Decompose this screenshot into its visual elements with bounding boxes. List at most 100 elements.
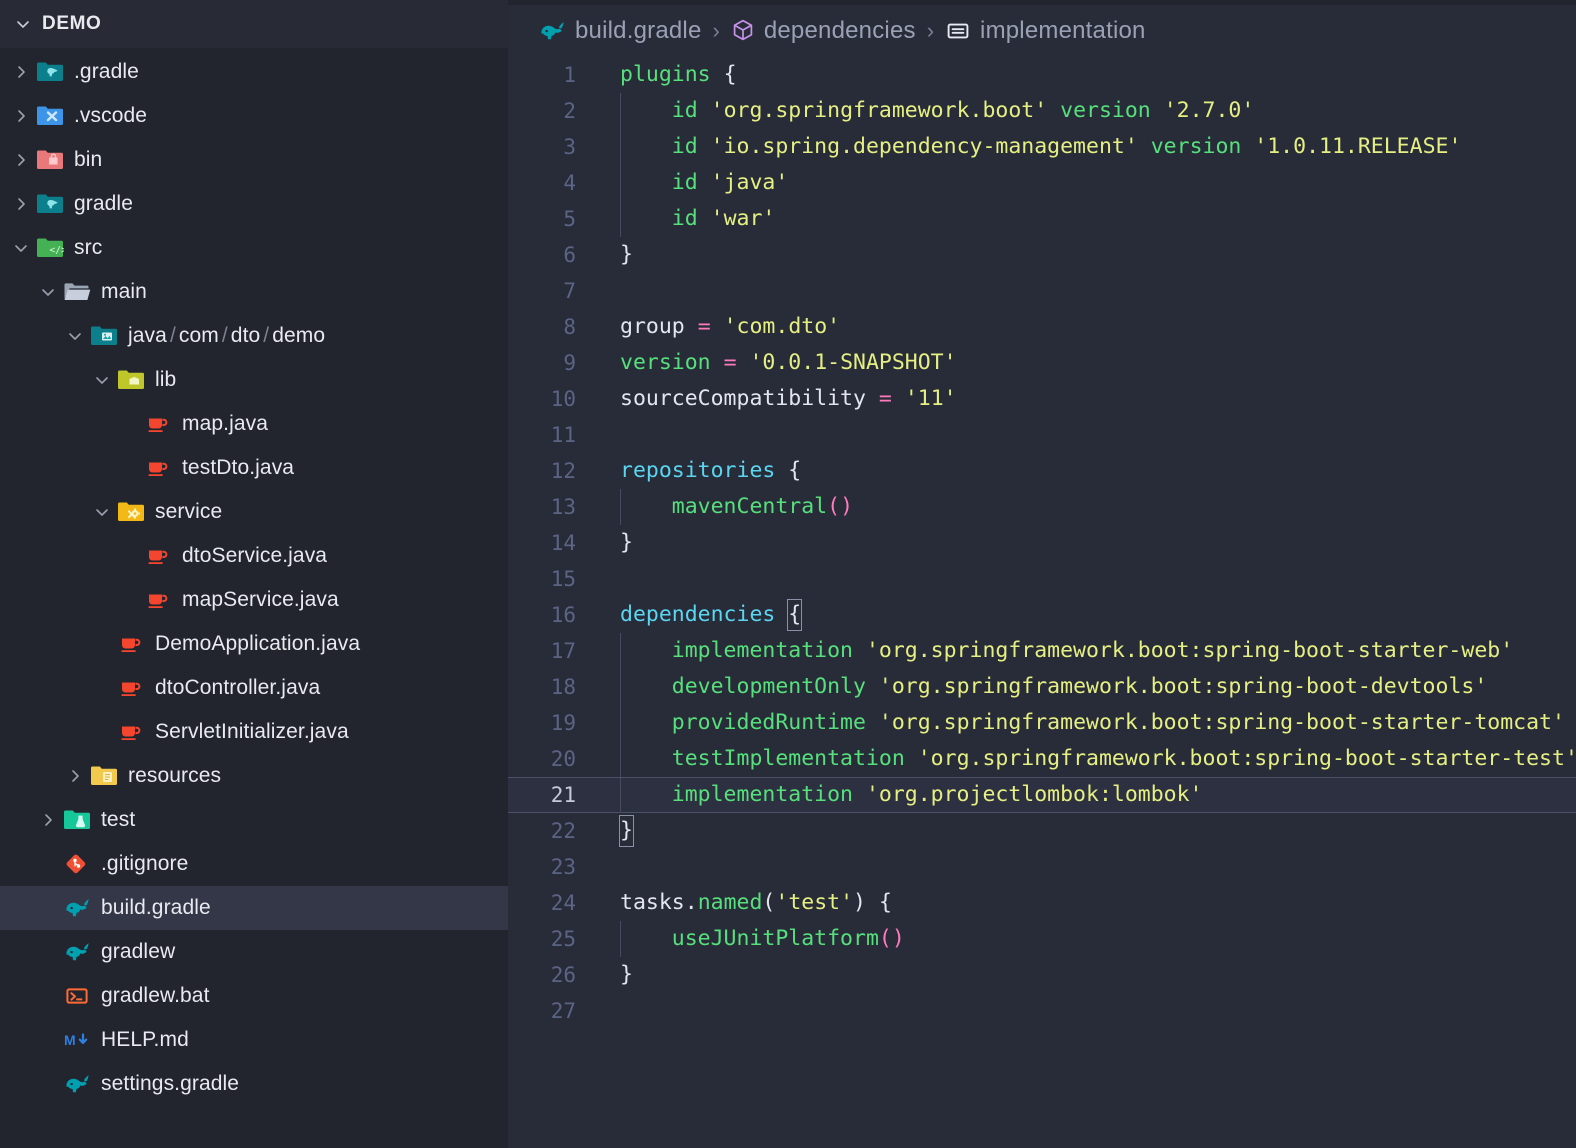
code-line[interactable]: 1 plugins { (508, 57, 1576, 93)
tree-item-label: dtoService.java (182, 544, 328, 567)
code-line[interactable]: 25 useJUnitPlatform() (508, 921, 1576, 957)
chevron-right-icon[interactable] (8, 191, 34, 217)
code-line[interactable]: 7 (508, 273, 1576, 309)
line-number: 17 (550, 639, 576, 663)
line-number: 22 (550, 819, 576, 843)
markdown-icon: M (61, 1025, 93, 1055)
folder-resources-icon (88, 761, 120, 791)
tree-item-testdto-java[interactable]: testDto.java (0, 446, 508, 490)
code-line[interactable]: 9 version = '0.0.1-SNAPSHOT' (508, 345, 1576, 381)
folder-service-icon (115, 497, 147, 527)
chevron-right-icon[interactable] (8, 147, 34, 173)
tree-item-demoapplication-java[interactable]: DemoApplication.java (0, 622, 508, 666)
svg-text:M: M (64, 1032, 76, 1048)
chevron-right-icon[interactable] (8, 59, 34, 85)
tree-item-map-java[interactable]: map.java (0, 402, 508, 446)
code-line[interactable]: 13 mavenCentral() (508, 489, 1576, 525)
chevron-right-icon[interactable] (35, 807, 61, 833)
indent-guide (620, 921, 621, 957)
code-line[interactable]: 10 sourceCompatibility = '11' (508, 381, 1576, 417)
code-line[interactable]: 17 implementation 'org.springframework.b… (508, 633, 1576, 669)
code-line[interactable]: 22} (508, 813, 1576, 849)
java-file-icon (142, 585, 174, 615)
tree-item-label: DemoApplication.java (155, 632, 361, 655)
code-line[interactable]: 26} (508, 957, 1576, 993)
line-number: 15 (550, 567, 576, 591)
code-line[interactable]: 27 (508, 993, 1576, 1029)
tree-item-test[interactable]: test (0, 798, 508, 842)
code-line[interactable]: 2 id 'org.springframework.boot' version … (508, 93, 1576, 129)
chevron-down-icon[interactable] (10, 11, 36, 37)
chevron-down-icon[interactable] (62, 323, 88, 349)
breadcrumb-item-build-gradle[interactable]: build.gradle (538, 17, 702, 45)
chevron-down-icon[interactable] (89, 499, 115, 525)
tree-item-resources[interactable]: resources (0, 754, 508, 798)
line-content: } (576, 813, 1576, 849)
explorer-sidebar: DEMO .gradle .vscode bin gradle </> src main ja… (0, 0, 508, 1148)
tree-item-mapservice-java[interactable]: mapService.java (0, 578, 508, 622)
code-line[interactable]: 5 id 'war' (508, 201, 1576, 237)
tree-item-gitignore[interactable]: .gitignore (0, 842, 508, 886)
tree-item-bin[interactable]: bin (0, 138, 508, 182)
tree-item-src[interactable]: </> src (0, 226, 508, 270)
tree-item-lib[interactable]: lib (0, 358, 508, 402)
tree-item-gradlew-bat[interactable]: gradlew.bat (0, 974, 508, 1018)
tree-item-dtocontroller-java[interactable]: dtoController.java (0, 666, 508, 710)
line-content: id 'org.springframework.boot' version '2… (576, 93, 1576, 129)
chevron-right-icon[interactable] (8, 103, 34, 129)
code-line[interactable]: 21 implementation 'org.projectlombok:lom… (508, 777, 1576, 813)
tree-item-settings-gradle[interactable]: settings.gradle (0, 1062, 508, 1106)
chevron-down-icon[interactable] (35, 279, 61, 305)
line-number: 25 (550, 927, 576, 951)
code-line[interactable]: 14} (508, 525, 1576, 561)
indent-spacer (0, 1084, 35, 1085)
folder-src-icon: </> (34, 233, 66, 263)
code-line[interactable]: 15 (508, 561, 1576, 597)
tree-item-gradle[interactable]: gradle (0, 182, 508, 226)
code-line[interactable]: 16 dependencies { (508, 597, 1576, 633)
chevron-down-icon[interactable] (8, 235, 34, 261)
indent-spacer (0, 556, 116, 557)
code-line[interactable]: 8 group = 'com.dto' (508, 309, 1576, 345)
folder-test-icon (61, 805, 93, 835)
tree-item-help-md[interactable]: M HELP.md (0, 1018, 508, 1062)
breadcrumb-item-dependencies[interactable]: dependencies (731, 17, 916, 45)
breadcrumb-item-implementation[interactable]: implementation (945, 17, 1146, 45)
tree-item-label: src (74, 236, 103, 259)
code-line[interactable]: 20 testImplementation 'org.springframewo… (508, 741, 1576, 777)
line-number: 26 (550, 963, 576, 987)
explorer-root-header[interactable]: DEMO (0, 0, 508, 48)
line-number: 10 (550, 387, 576, 411)
tree-item-java-com-dto-demo[interactable]: java / com / dto / demo (0, 314, 508, 358)
tree-item-service[interactable]: service (0, 490, 508, 534)
tree-item-vscode[interactable]: .vscode (0, 94, 508, 138)
tree-item-dtoservice-java[interactable]: dtoService.java (0, 534, 508, 578)
tree-item-build-gradle[interactable]: build.gradle (0, 886, 508, 930)
code-line[interactable]: 3 id 'io.spring.dependency-management' v… (508, 129, 1576, 165)
indent-spacer (0, 644, 89, 645)
line-content: implementation 'org.springframework.boot… (576, 633, 1576, 669)
indent-guide (620, 669, 621, 705)
code-line[interactable]: 19 providedRuntime 'org.springframework.… (508, 705, 1576, 741)
code-line[interactable]: 12 repositories { (508, 453, 1576, 489)
code-line[interactable]: 6} (508, 237, 1576, 273)
line-number: 27 (550, 999, 576, 1023)
code-line[interactable]: 4 id 'java' (508, 165, 1576, 201)
code-line[interactable]: 18 developmentOnly 'org.springframework.… (508, 669, 1576, 705)
chevron-right-icon[interactable] (62, 763, 88, 789)
tree-item-gradle[interactable]: .gradle (0, 50, 508, 94)
java-file-icon (142, 453, 174, 483)
tree-item-main[interactable]: main (0, 270, 508, 314)
tree-item-label: map.java (182, 412, 269, 435)
line-content: sourceCompatibility = '11' (620, 386, 957, 411)
breadcrumb-separator: › (926, 18, 935, 43)
chevron-down-icon[interactable] (89, 367, 115, 393)
code-line[interactable]: 23 (508, 849, 1576, 885)
code-line[interactable]: 24 tasks.named('test') { (508, 885, 1576, 921)
code-editor[interactable]: 1 plugins {2 id 'org.springframework.boot… (508, 57, 1576, 1029)
code-line[interactable]: 11 (508, 417, 1576, 453)
tree-item-label: settings.gradle (101, 1072, 240, 1095)
tree-item-gradlew[interactable]: gradlew (0, 930, 508, 974)
java-file-icon (142, 541, 174, 571)
tree-item-servletinitializer-java[interactable]: ServletInitializer.java (0, 710, 508, 754)
